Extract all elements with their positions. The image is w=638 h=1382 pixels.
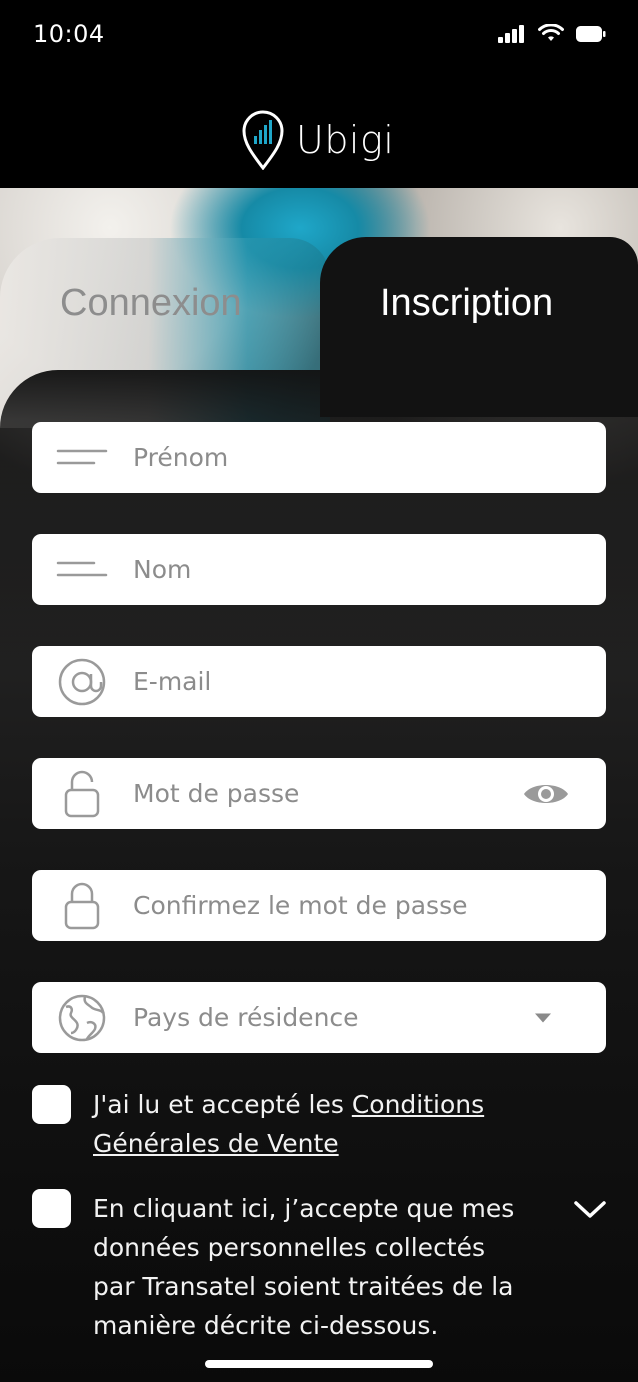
logo: Ubigi [242,110,394,170]
terms-label: J'ai lu et accepté les Conditions Généra… [93,1085,484,1163]
data-consent-line-2: données personnelles collectés [93,1233,486,1262]
caret-down-icon[interactable] [534,1012,552,1023]
password-field[interactable]: Mot de passe [32,758,606,829]
confirm-password-field[interactable]: Confirmez le mot de passe [32,870,606,941]
tab-connexion-label[interactable]: Connexion [60,282,242,325]
app-header: Ubigi [0,70,638,188]
confirm-password-placeholder: Confirmez le mot de passe [133,891,468,920]
last-name-field[interactable]: Nom [32,534,606,605]
battery-icon [576,25,606,42]
terms-text: J'ai lu et accepté les [93,1090,352,1119]
country-placeholder: Pays de résidence [133,1003,359,1032]
last-name-placeholder: Nom [133,555,192,584]
at-sign-icon [56,658,108,706]
home-indicator[interactable] [205,1360,433,1368]
email-placeholder: E-mail [133,667,212,696]
status-time: 10:04 [33,20,105,48]
data-consent-line-1: En cliquant ici, j’accepte que mes [93,1194,515,1223]
email-field[interactable]: E-mail [32,646,606,717]
chevron-down-icon[interactable] [572,1197,608,1221]
country-select[interactable]: Pays de résidence [32,982,606,1053]
terms-link-continued[interactable]: Générales de Vente [93,1129,339,1158]
first-name-placeholder: Prénom [133,443,229,472]
logo-text: Ubigi [296,118,395,162]
tab-inscription-label[interactable]: Inscription [380,282,553,325]
data-consent-line-3: par Transatel soient traitées de la [93,1272,514,1301]
location-pin-signal-icon [242,110,284,170]
password-placeholder: Mot de passe [133,779,300,808]
status-bar: 10:04 [0,0,638,70]
name-lines-icon [56,546,108,594]
status-icons [498,24,606,43]
wifi-icon [538,24,564,41]
globe-icon [56,994,108,1042]
terms-link[interactable]: Conditions [352,1090,484,1119]
data-consent-label: En cliquant ici, j’accepte que mes donné… [93,1189,514,1345]
lock-icon [56,882,108,930]
data-consent-line-4: manière décrite ci-dessous. [93,1311,439,1340]
unlock-icon [56,770,108,818]
terms-checkbox[interactable] [32,1085,71,1124]
signal-icon [498,24,524,43]
eye-icon[interactable] [522,779,570,809]
data-consent-checkbox[interactable] [32,1189,71,1228]
name-lines-icon [56,434,108,482]
first-name-field[interactable]: Prénom [32,422,606,493]
